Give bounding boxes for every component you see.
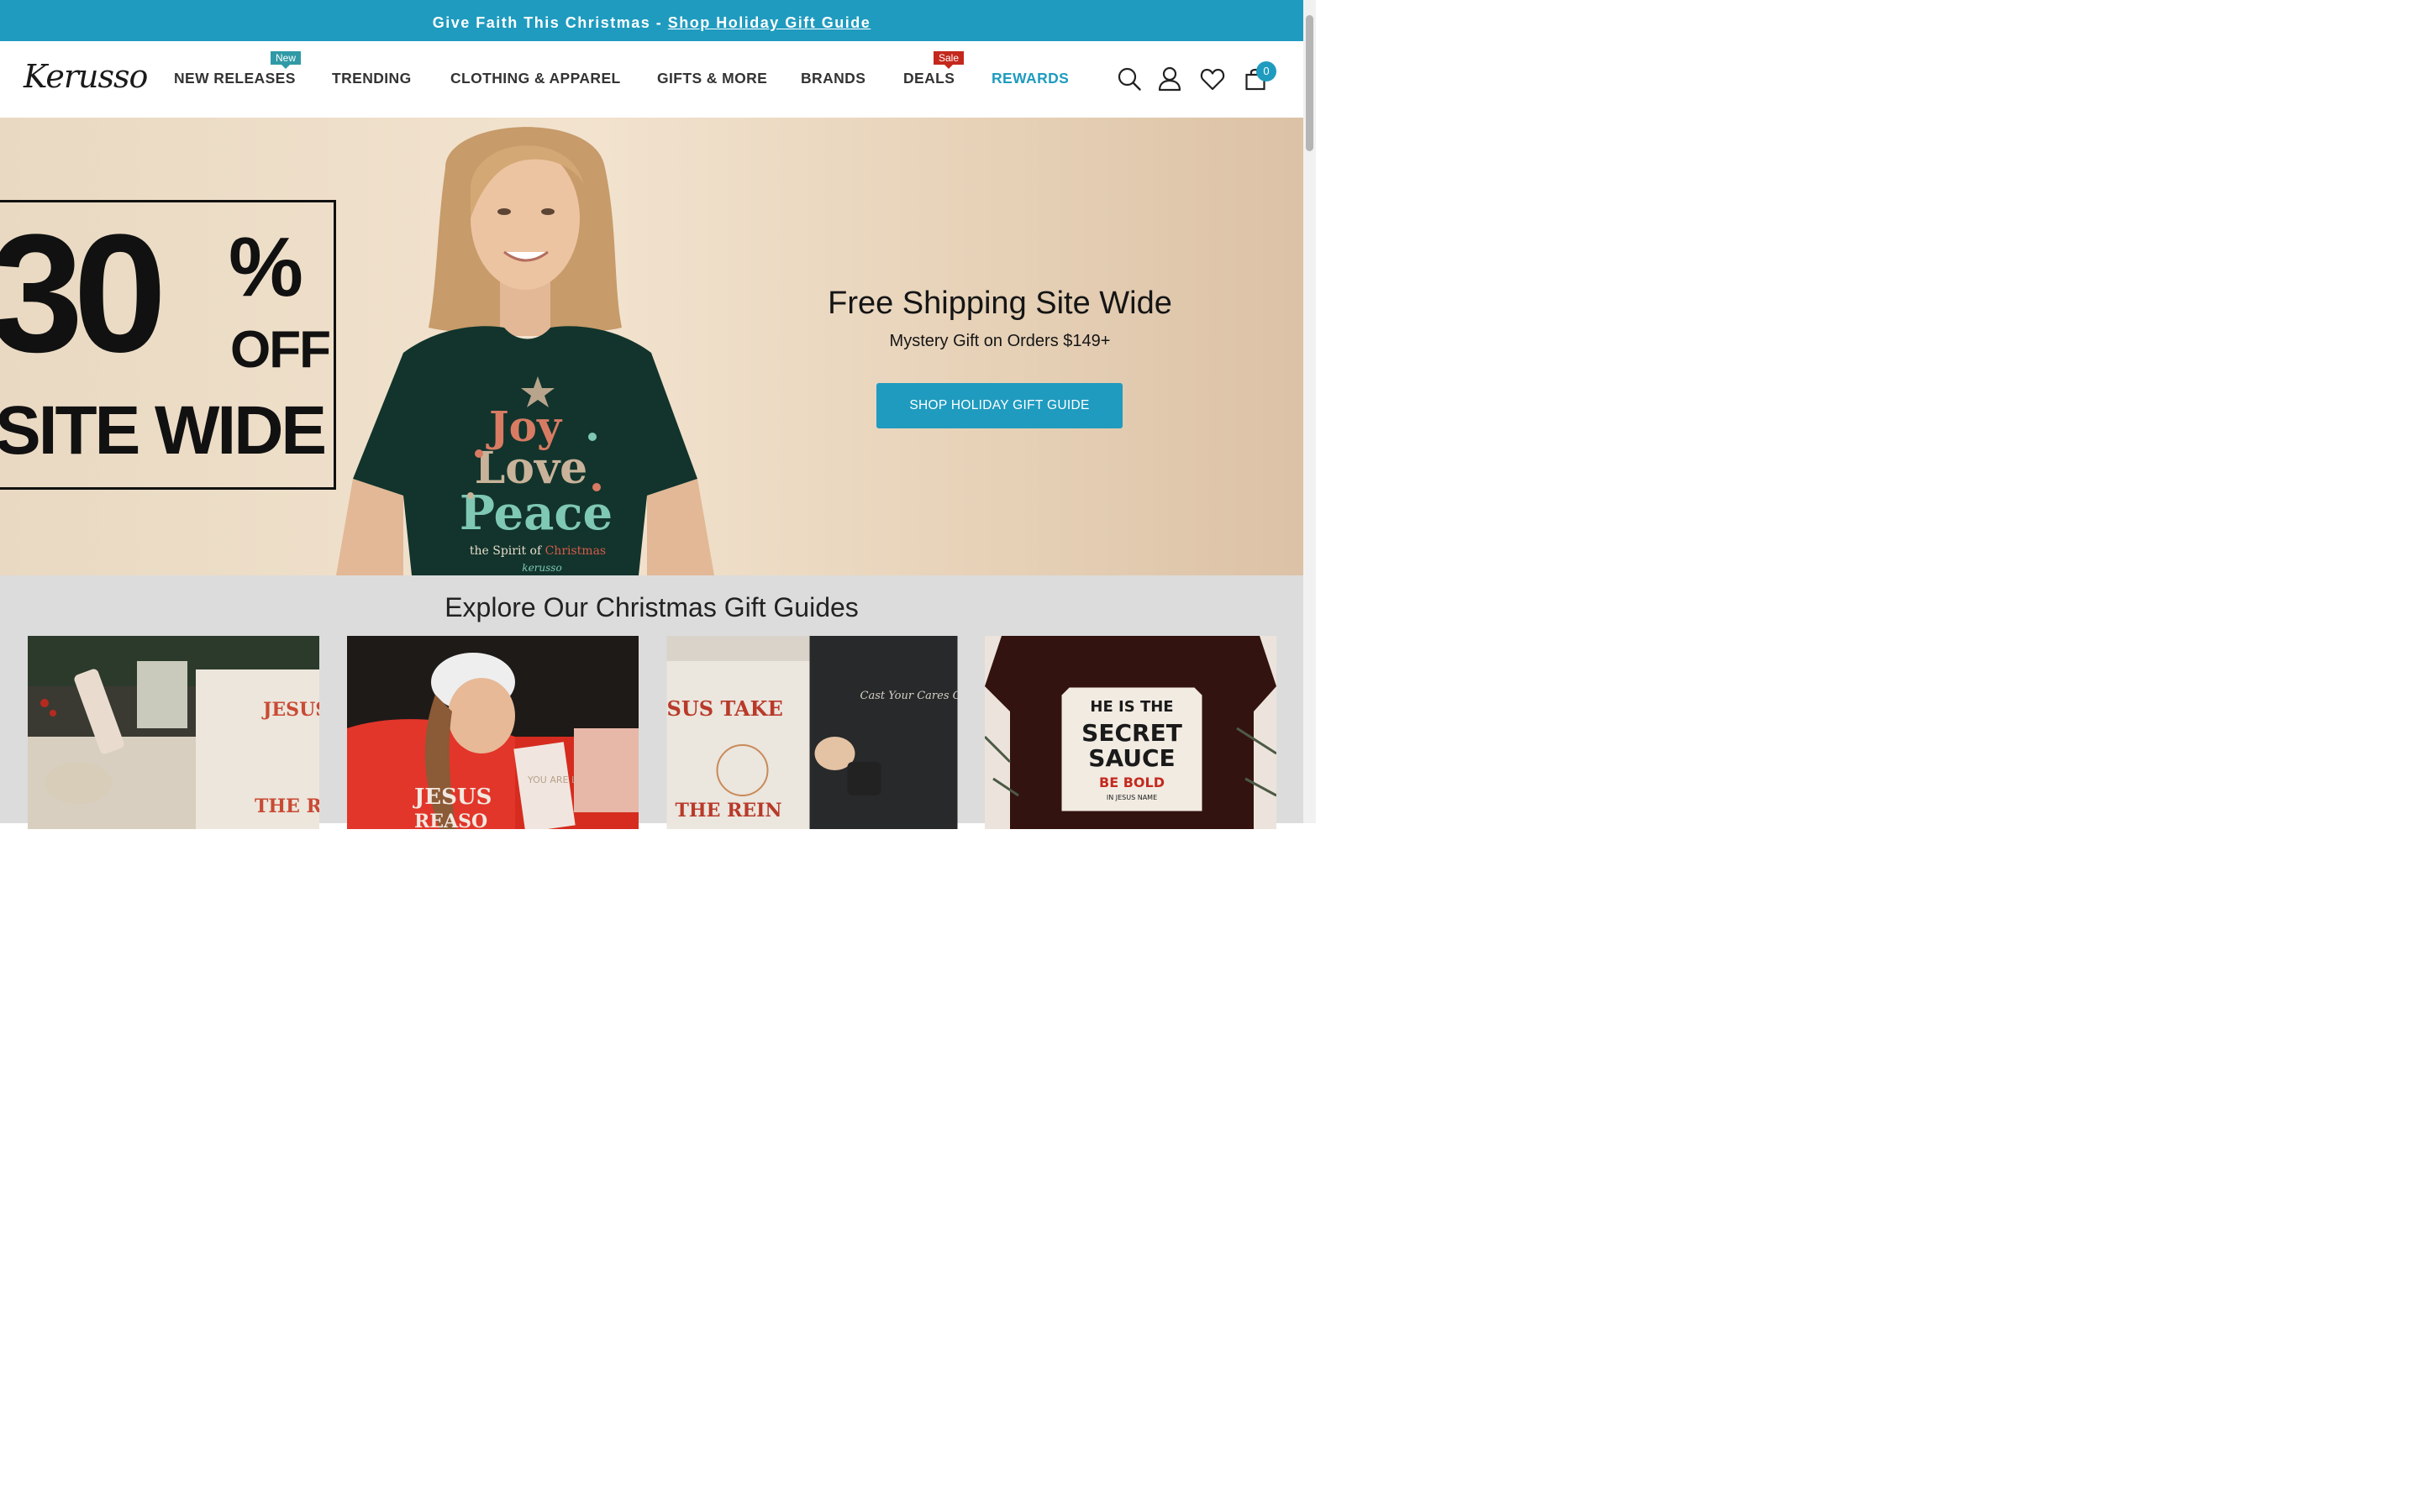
nav-trending[interactable]: TRENDING <box>332 70 412 87</box>
nav-deals[interactable]: DEALS <box>903 70 955 87</box>
announcement-link[interactable]: Shop Holiday Gift Guide <box>668 14 871 31</box>
promo-percent: % <box>229 220 303 314</box>
announcement-text: Give Faith This Christmas - <box>432 14 668 31</box>
nav-new-releases[interactable]: NEW RELEASES <box>174 70 296 87</box>
gift-guides-title: Explore Our Christmas Gift Guides <box>445 592 859 622</box>
card-4-text-d: BE BOLD <box>1099 774 1165 790</box>
card-1-text-b: THE RE <box>255 795 319 817</box>
card-3-text-a: SUS TAKE <box>667 696 783 721</box>
scrollbar-thumb[interactable] <box>1306 15 1313 151</box>
card-4-text-c: SAUCE <box>1088 744 1175 772</box>
card-3-text-b: THE REIN <box>676 800 782 822</box>
cart-count-badge: 0 <box>1256 61 1276 81</box>
sale-badge: Sale <box>934 51 965 69</box>
card-2-text-a: JESUS <box>413 785 492 810</box>
brand-logo[interactable]: Kerusso <box>24 58 148 95</box>
gift-guide-card[interactable]: HE IS THE SECRET SAUCE BE BOLD IN JESUS … <box>985 636 1276 829</box>
gift-guide-card[interactable]: YOU ARE LOVED JESUS REASO <box>347 636 639 829</box>
wishlist-heart-icon[interactable] <box>1200 66 1225 92</box>
hero-title: Free Shipping Site Wide <box>828 286 1172 321</box>
card-1-text-a: JESUS TA <box>261 699 319 721</box>
hero-model-image: Joy Love Peace the Spirit of Christmas k… <box>336 127 714 575</box>
card-3-shirt-text: Cast Your Cares ON THE LORD <box>860 690 959 702</box>
new-badge: New <box>271 51 302 69</box>
account-icon[interactable] <box>1157 66 1182 92</box>
site-header: Kerusso New NEW RELEASES TRENDING CLOTHI… <box>0 41 1303 118</box>
shirt-peace-text: Peace <box>460 486 613 541</box>
nav-clothing-apparel[interactable]: CLOTHING & APPAREL <box>450 70 621 87</box>
shop-holiday-gift-guide-button[interactable]: SHOP HOLIDAY GIFT GUIDE <box>876 383 1123 428</box>
promo-number: 30 <box>0 200 166 387</box>
shirt-brand-text: kerusso <box>522 562 561 574</box>
gift-guide-card[interactable]: SUS TAKE THE REIN Cast Your Cares ON THE… <box>666 636 958 829</box>
card-4-text-a: HE IS THE <box>1090 698 1173 716</box>
hero-subtitle: Mystery Gift on Orders $149+ <box>889 332 1111 350</box>
hero-banner[interactable]: 30 % OFF SITE WIDE Joy Love Peace the Sp… <box>0 118 1303 575</box>
announcement-bar: Give Faith This Christmas - Shop Holiday… <box>0 0 1303 41</box>
gift-guide-card[interactable]: JESUS TA THE RE <box>28 636 319 829</box>
nav-gifts-more[interactable]: GIFTS & MORE <box>657 70 767 87</box>
card-4-text-b: SECRET <box>1081 719 1182 747</box>
search-icon[interactable] <box>1117 66 1142 92</box>
shirt-tagline: the Spirit of Christmas <box>470 544 606 558</box>
nav-brands[interactable]: BRANDS <box>801 70 865 87</box>
card-4-text-e: IN JESUS NAME <box>1107 794 1157 801</box>
gift-guides-section: Explore Our Christmas Gift Guides JESUS … <box>0 575 1303 829</box>
promo-off: OFF <box>230 321 331 379</box>
promo-site-wide: SITE WIDE <box>0 392 327 469</box>
card-2-text-b: REASO <box>414 811 487 829</box>
nav-rewards[interactable]: REWARDS <box>992 70 1069 87</box>
